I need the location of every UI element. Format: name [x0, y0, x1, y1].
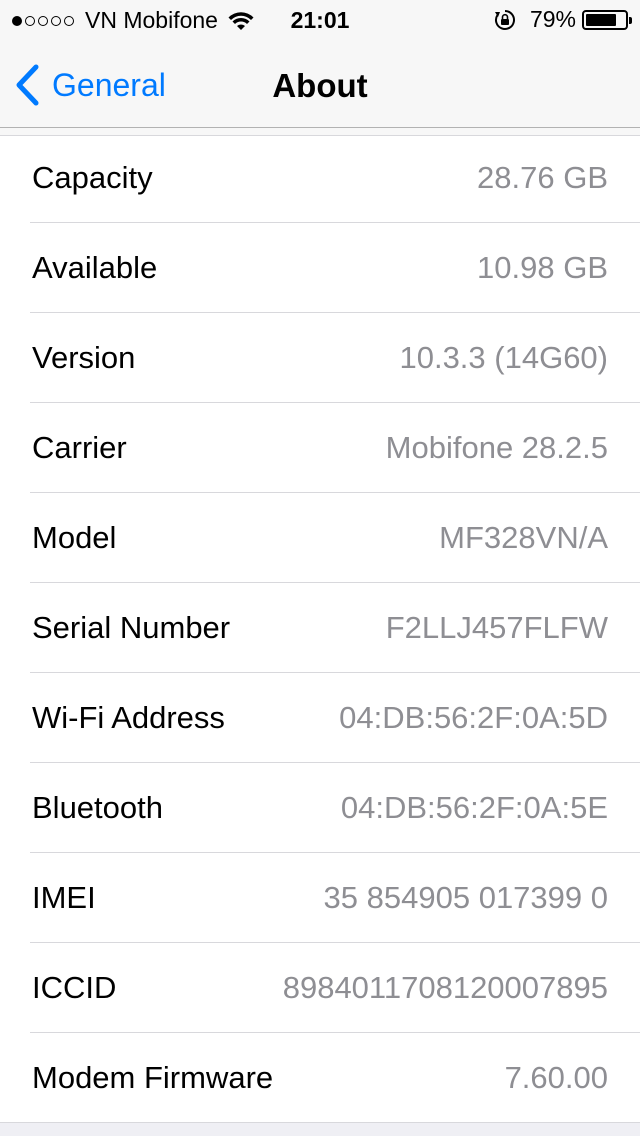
info-rows: Capacity 28.76 GB Available 10.98 GB Version… [0, 133, 640, 1123]
table-row[interactable]: Serial Number F2LLJ457FLFW [0, 583, 640, 673]
table-row[interactable]: Version 10.3.3 (14G60) [0, 313, 640, 403]
table-row[interactable]: Available 10.98 GB [0, 223, 640, 313]
rotation-lock-icon [494, 9, 515, 30]
row-value: 28.76 GB [477, 160, 608, 195]
row-label: ICCID [32, 970, 117, 1005]
table-row[interactable]: Modem Firmware 7.60.00 [0, 1033, 640, 1123]
row-value: 10.3.3 (14G60) [399, 340, 608, 375]
row-value: MF328VN/A [439, 520, 608, 555]
status-bar: VN Mobifone 21:01 79% [0, 0, 640, 40]
row-value: 04:DB:56:2F:0A:5D [339, 700, 608, 735]
table-row[interactable]: IMEI 35 854905 017399 0 [0, 853, 640, 943]
row-value: 04:DB:56:2F:0A:5E [340, 790, 608, 825]
row-label: Version [32, 340, 136, 375]
row-value: F2LLJ457FLFW [385, 610, 608, 645]
row-label: Available [32, 250, 158, 285]
table-row[interactable]: Model MF328VN/A [0, 493, 640, 583]
about-list: Capacity 28.76 GB Available 10.98 GB Version… [0, 128, 640, 1123]
bottom-area [0, 1123, 640, 1136]
row-value: Mobifone 28.2.5 [385, 430, 608, 465]
about-screen: VN Mobifone 21:01 79% General About Capa… [0, 0, 640, 1136]
table-row[interactable]: Wi-Fi Address 04:DB:56:2F:0A:5D [0, 673, 640, 763]
status-right: 79% [494, 6, 632, 33]
row-label: Carrier [32, 430, 127, 465]
table-row[interactable]: ICCID 8984011708120007895 [0, 943, 640, 1033]
row-value: 8984011708120007895 [282, 970, 608, 1005]
table-row[interactable]: Carrier Mobifone 28.2.5 [0, 403, 640, 493]
row-value: 10.98 GB [477, 250, 608, 285]
row-label: Model [32, 520, 117, 555]
row-label: Modem Firmware [32, 1060, 274, 1095]
battery-icon [582, 9, 632, 30]
row-value: 7.60.00 [504, 1060, 608, 1095]
battery-tip [629, 16, 632, 24]
row-label: Bluetooth [32, 790, 163, 825]
row-label: Serial Number [32, 610, 231, 645]
row-label: Capacity [32, 160, 153, 195]
navigation-bar: General About [0, 40, 640, 128]
row-label: Wi-Fi Address [32, 700, 225, 735]
table-row[interactable]: Bluetooth 04:DB:56:2F:0A:5E [0, 763, 640, 853]
row-label: IMEI [32, 880, 96, 915]
battery-percent: 79% [529, 6, 576, 32]
row-value: 35 854905 017399 0 [323, 880, 608, 915]
table-row[interactable]: Capacity 28.76 GB [0, 133, 640, 223]
battery-fill [586, 13, 617, 26]
page-title: About [272, 67, 368, 104]
